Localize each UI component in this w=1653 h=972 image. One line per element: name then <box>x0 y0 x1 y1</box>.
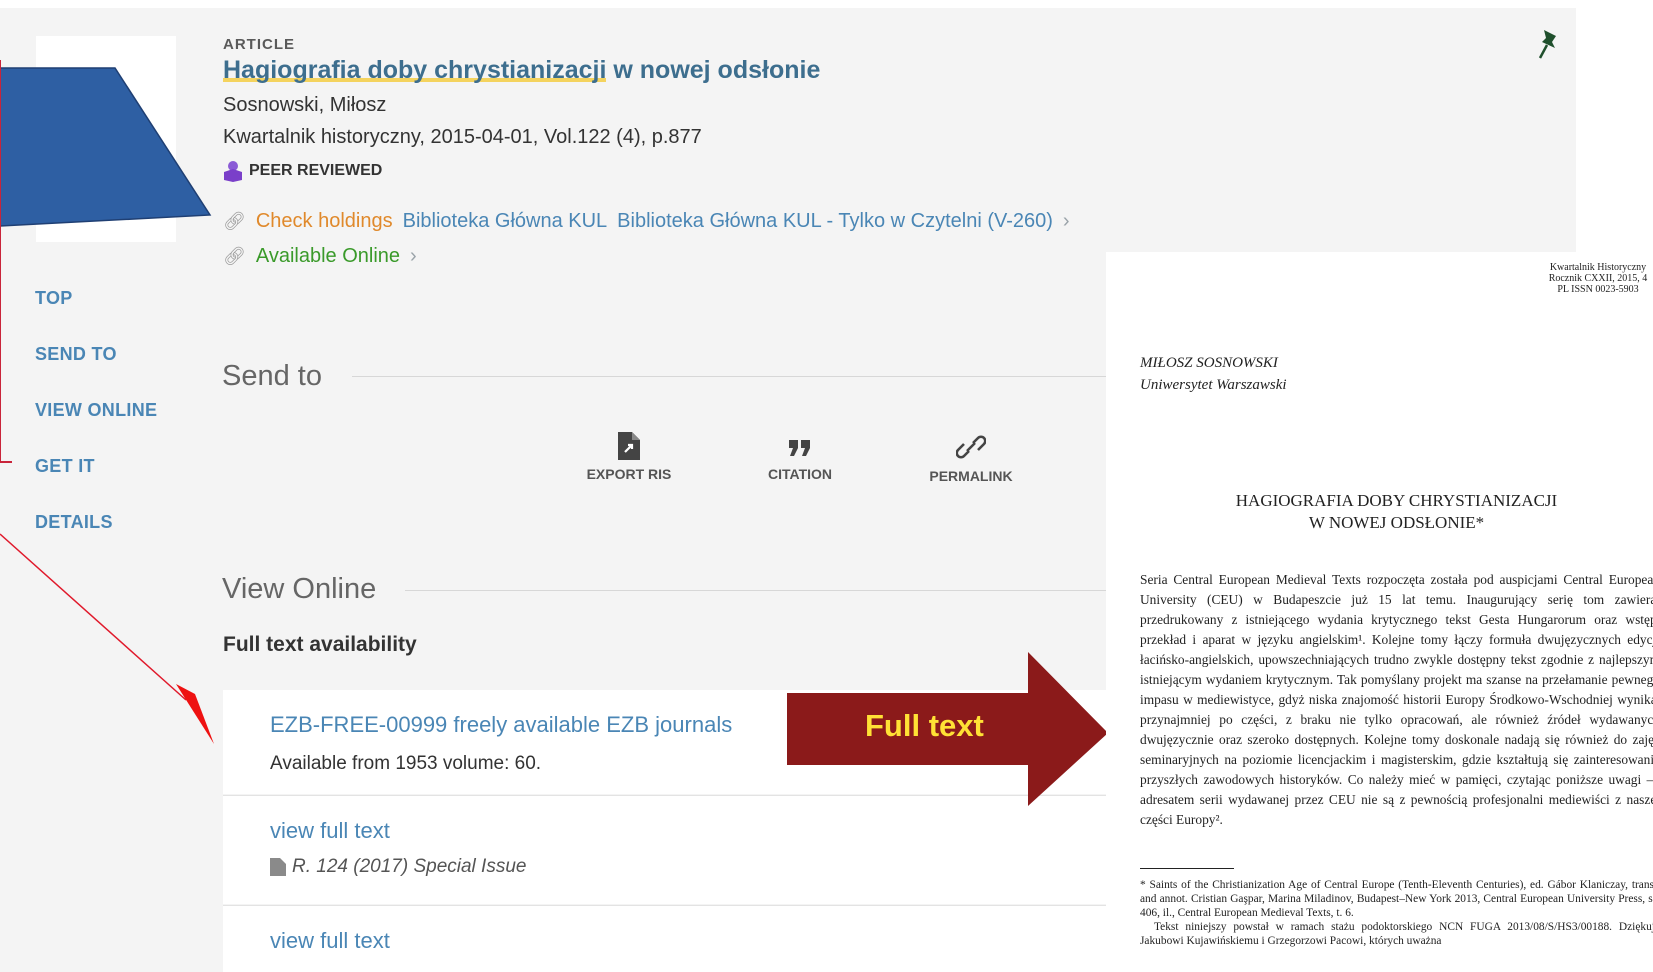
pdf-author-block: MIŁOSZ SOSNOWSKI Uniwersytet Warszawski <box>1140 352 1287 396</box>
pdf-title-line: W NOWEJ ODSŁONIE* <box>1308 513 1485 532</box>
pdf-footnotes: * Saints of the Christianization Age of … <box>1140 878 1653 948</box>
pdf-author: MIŁOSZ SOSNOWSKI <box>1140 355 1278 371</box>
pdf-body-text: Seria Central European Medieval Texts ro… <box>1140 572 1653 827</box>
pdf-preview: Kwartalnik Historyczny Rocznik CXXII, 20… <box>1106 252 1653 972</box>
pdf-affiliation: Uniwersytet Warszawski <box>1140 377 1287 393</box>
pdf-title-line: HAGIOGRAFIA DOBY CHRYSTIANIZACJI <box>1235 491 1558 510</box>
pdf-header-line: PL ISSN 0023-5903 <box>1557 284 1639 295</box>
pdf-footnote: Tekst niniejszy powstał w ramach stażu p… <box>1140 921 1653 947</box>
red-pointer-head <box>176 684 214 744</box>
pdf-title: HAGIOGRAFIA DOBY CHRYSTIANIZACJI W NOWEJ… <box>1140 490 1653 534</box>
pdf-footnote: * Saints of the Christianization Age of … <box>1140 879 1653 919</box>
pdf-header-line: Rocznik CXXII, 2015, 4 <box>1548 273 1648 284</box>
callout-arrow-shape <box>0 68 210 226</box>
pdf-header-line: Kwartalnik Historyczny <box>1549 262 1647 273</box>
pdf-journal-header: Kwartalnik Historyczny Rocznik CXXII, 20… <box>1543 262 1653 295</box>
pdf-footnote-rule <box>1140 868 1234 869</box>
full-text-annotation-label: Full text <box>865 708 984 743</box>
red-pointer-line <box>0 533 187 701</box>
